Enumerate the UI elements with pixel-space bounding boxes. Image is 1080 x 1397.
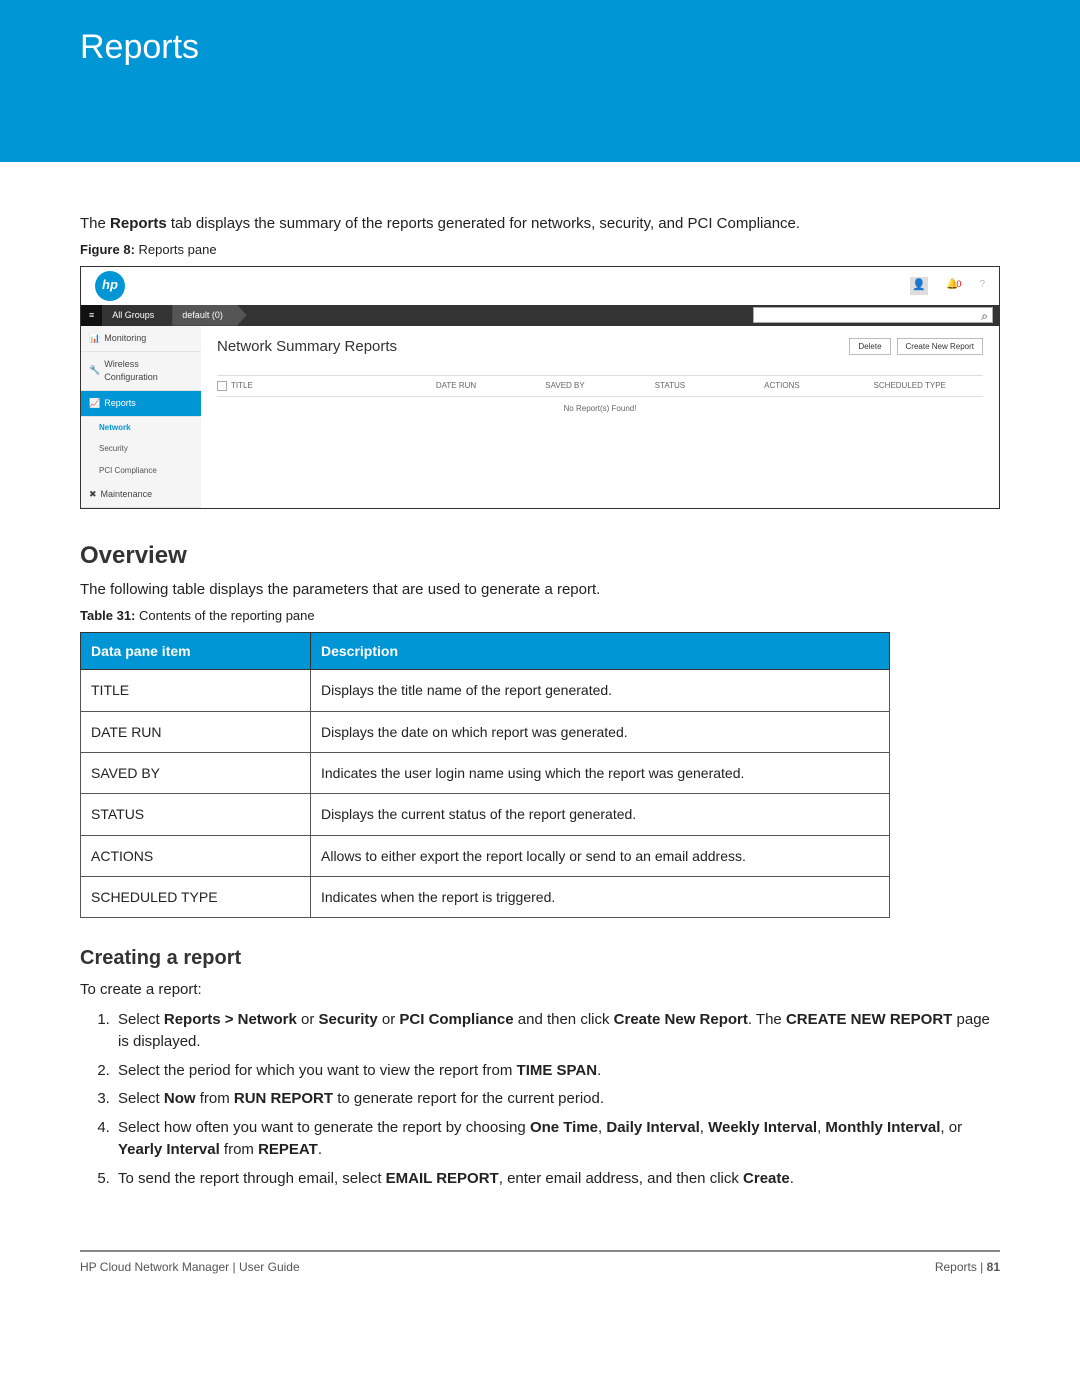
overview-heading: Overview xyxy=(80,539,1000,574)
step-3: Select Now from RUN REPORT to generate r… xyxy=(114,1088,1000,1111)
crumb-all-groups[interactable]: All Groups xyxy=(102,305,178,326)
table-row: ACTIONSAllows to either export the repor… xyxy=(81,835,890,876)
table-row: TITLEDisplays the title name of the repo… xyxy=(81,670,890,711)
sidebar-item-reports[interactable]: 📈Reports xyxy=(81,391,201,417)
table-row: SAVED BYIndicates the user login name us… xyxy=(81,752,890,793)
notification-icon[interactable]: 🔔0 xyxy=(946,278,961,293)
table-header-desc: Description xyxy=(311,633,890,670)
table-row: DATE RUNDisplays the date on which repor… xyxy=(81,711,890,752)
sidebar-sub-pci[interactable]: PCI Compliance xyxy=(81,460,201,482)
table-header-item: Data pane item xyxy=(81,633,311,670)
overview-text: The following table displays the paramet… xyxy=(80,579,1000,601)
user-icon[interactable]: 👤 xyxy=(910,277,928,295)
footer: HP Cloud Network Manager | User Guide Re… xyxy=(0,1252,1080,1304)
sidebar-item-maintenance[interactable]: ✖Maintenance xyxy=(81,482,201,508)
footer-right: Reports | 81 xyxy=(935,1260,1000,1274)
banner: Reports xyxy=(0,0,1080,162)
step-2: Select the period for which you want to … xyxy=(114,1060,1000,1083)
step-1: Select Reports > Network or Security or … xyxy=(114,1009,1000,1054)
creating-intro: To create a report: xyxy=(80,979,1000,1001)
breadcrumb: ≡ All Groups default (0) xyxy=(81,305,999,326)
figure-reports-pane: hp 👤 🔔0 ? ≡ All Groups default (0) 📊Moni… xyxy=(80,266,1000,509)
main-title: Network Summary Reports xyxy=(217,336,397,358)
step-5: To send the report through email, select… xyxy=(114,1168,1000,1191)
menu-icon[interactable]: ≡ xyxy=(81,305,102,326)
create-new-report-button[interactable]: Create New Report xyxy=(897,338,983,356)
contents-table: Data pane item Description TITLEDisplays… xyxy=(80,632,890,918)
sidebar-item-wireless[interactable]: 🔧Wireless Configuration xyxy=(81,352,201,391)
table-row: SCHEDULED TYPEIndicates when the report … xyxy=(81,876,890,917)
crumb-default[interactable]: default (0) xyxy=(172,305,247,326)
hp-logo-icon: hp xyxy=(95,271,125,301)
delete-button[interactable]: Delete xyxy=(849,338,890,356)
sidebar-sub-network[interactable]: Network xyxy=(81,417,201,439)
page-title: Reports xyxy=(80,28,1000,67)
search-input[interactable] xyxy=(753,307,993,323)
report-table-header: TITLE DATE RUN SAVED BY STATUS ACTIONS S… xyxy=(217,375,983,397)
footer-left: HP Cloud Network Manager | User Guide xyxy=(80,1260,300,1274)
sidebar: 📊Monitoring 🔧Wireless Configuration 📈Rep… xyxy=(81,326,201,508)
sidebar-sub-security[interactable]: Security xyxy=(81,438,201,460)
step-4: Select how often you want to generate th… xyxy=(114,1117,1000,1162)
steps-list: Select Reports > Network or Security or … xyxy=(114,1009,1000,1191)
table-row: STATUSDisplays the current status of the… xyxy=(81,794,890,835)
figure-caption: Figure 8: Reports pane xyxy=(80,241,1000,260)
table-caption: Table 31: Contents of the reporting pane xyxy=(80,607,1000,626)
intro-paragraph: The Reports tab displays the summary of … xyxy=(80,213,1000,235)
help-icon[interactable]: ? xyxy=(979,278,985,293)
no-reports-text: No Report(s) Found! xyxy=(217,397,983,421)
creating-heading: Creating a report xyxy=(80,944,1000,973)
sidebar-item-monitoring[interactable]: 📊Monitoring xyxy=(81,326,201,352)
